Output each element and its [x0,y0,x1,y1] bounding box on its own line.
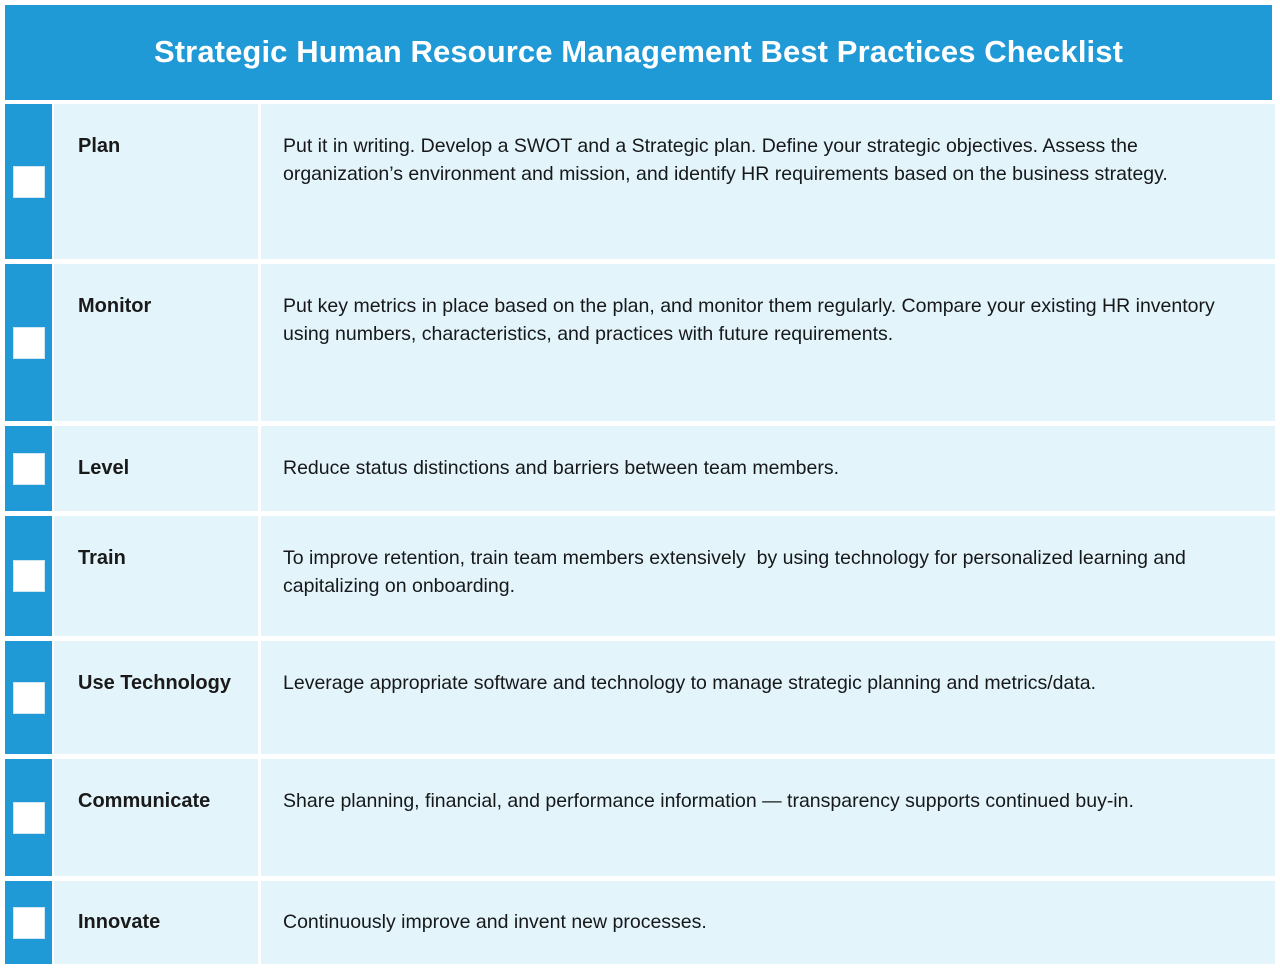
checklist-table: Plan Put it in writing. Develop a SWOT a… [0,104,1280,969]
table-row: Level Reduce status distinctions and bar… [0,426,1280,511]
table-row: Train To improve retention, train team m… [0,516,1280,636]
row-label: Train [78,547,126,569]
description-cell-use-technology: Leverage appropriate software and techno… [261,641,1275,754]
description-cell-innovate: Continuously improve and invent new proc… [261,881,1275,964]
checkbox-icon[interactable] [12,452,45,485]
page-title: Strategic Human Resource Management Best… [153,34,1124,70]
checkbox-cell-level[interactable] [5,426,52,511]
row-label: Innovate [78,911,161,934]
description-cell-train: To improve retention, train team members… [261,516,1275,636]
row-label: Communicate [78,790,211,812]
description-cell-communicate: Share planning, financial, and performan… [261,759,1275,876]
table-row: Monitor Put key metrics in place based o… [0,264,1280,421]
checkbox-cell-communicate[interactable] [5,759,52,876]
row-description: Continuously improve and invent new proc… [283,911,707,934]
checkbox-cell-plan[interactable] [5,104,52,259]
row-description: Put it in writing. Develop a SWOT and a … [283,135,1168,186]
checkbox-cell-train[interactable] [5,516,52,636]
label-cell-level: Level [54,426,258,511]
table-row: Use Technology Leverage appropriate soft… [0,641,1280,754]
checkbox-cell-innovate[interactable] [5,881,52,964]
page-header: Strategic Human Resource Management Best… [5,5,1272,100]
label-cell-plan: Plan [54,104,258,259]
description-cell-monitor: Put key metrics in place based on the pl… [261,264,1275,421]
checkbox-icon[interactable] [12,326,45,359]
row-label: Plan [78,135,121,157]
table-row: Plan Put it in writing. Develop a SWOT a… [0,104,1280,259]
row-description: Reduce status distinctions and barriers … [283,457,840,480]
checkbox-icon[interactable] [12,681,45,714]
checkbox-icon[interactable] [12,906,45,939]
checkbox-cell-use-technology[interactable] [5,641,52,754]
row-description: To improve retention, train team members… [283,547,1192,598]
label-cell-communicate: Communicate [54,759,258,876]
label-cell-innovate: Innovate [54,881,258,964]
row-label: Monitor [78,295,152,317]
row-label: Use Technology [78,672,231,694]
checkbox-icon[interactable] [12,801,45,834]
label-cell-monitor: Monitor [54,264,258,421]
checkbox-icon[interactable] [12,165,45,198]
row-description: Leverage appropriate software and techno… [283,672,1097,694]
checkbox-cell-monitor[interactable] [5,264,52,421]
checklist-page: Strategic Human Resource Management Best… [0,0,1280,977]
table-row: Communicate Share planning, financial, a… [0,759,1280,876]
label-cell-train: Train [54,516,258,636]
row-label: Level [78,457,130,480]
description-cell-plan: Put it in writing. Develop a SWOT and a … [261,104,1275,259]
table-row: Innovate Continuously improve and invent… [0,881,1280,964]
row-description: Share planning, financial, and performan… [283,790,1134,812]
label-cell-use-technology: Use Technology [54,641,258,754]
row-description: Put key metrics in place based on the pl… [283,295,1221,346]
checkbox-icon[interactable] [12,560,45,592]
description-cell-level: Reduce status distinctions and barriers … [261,426,1275,511]
